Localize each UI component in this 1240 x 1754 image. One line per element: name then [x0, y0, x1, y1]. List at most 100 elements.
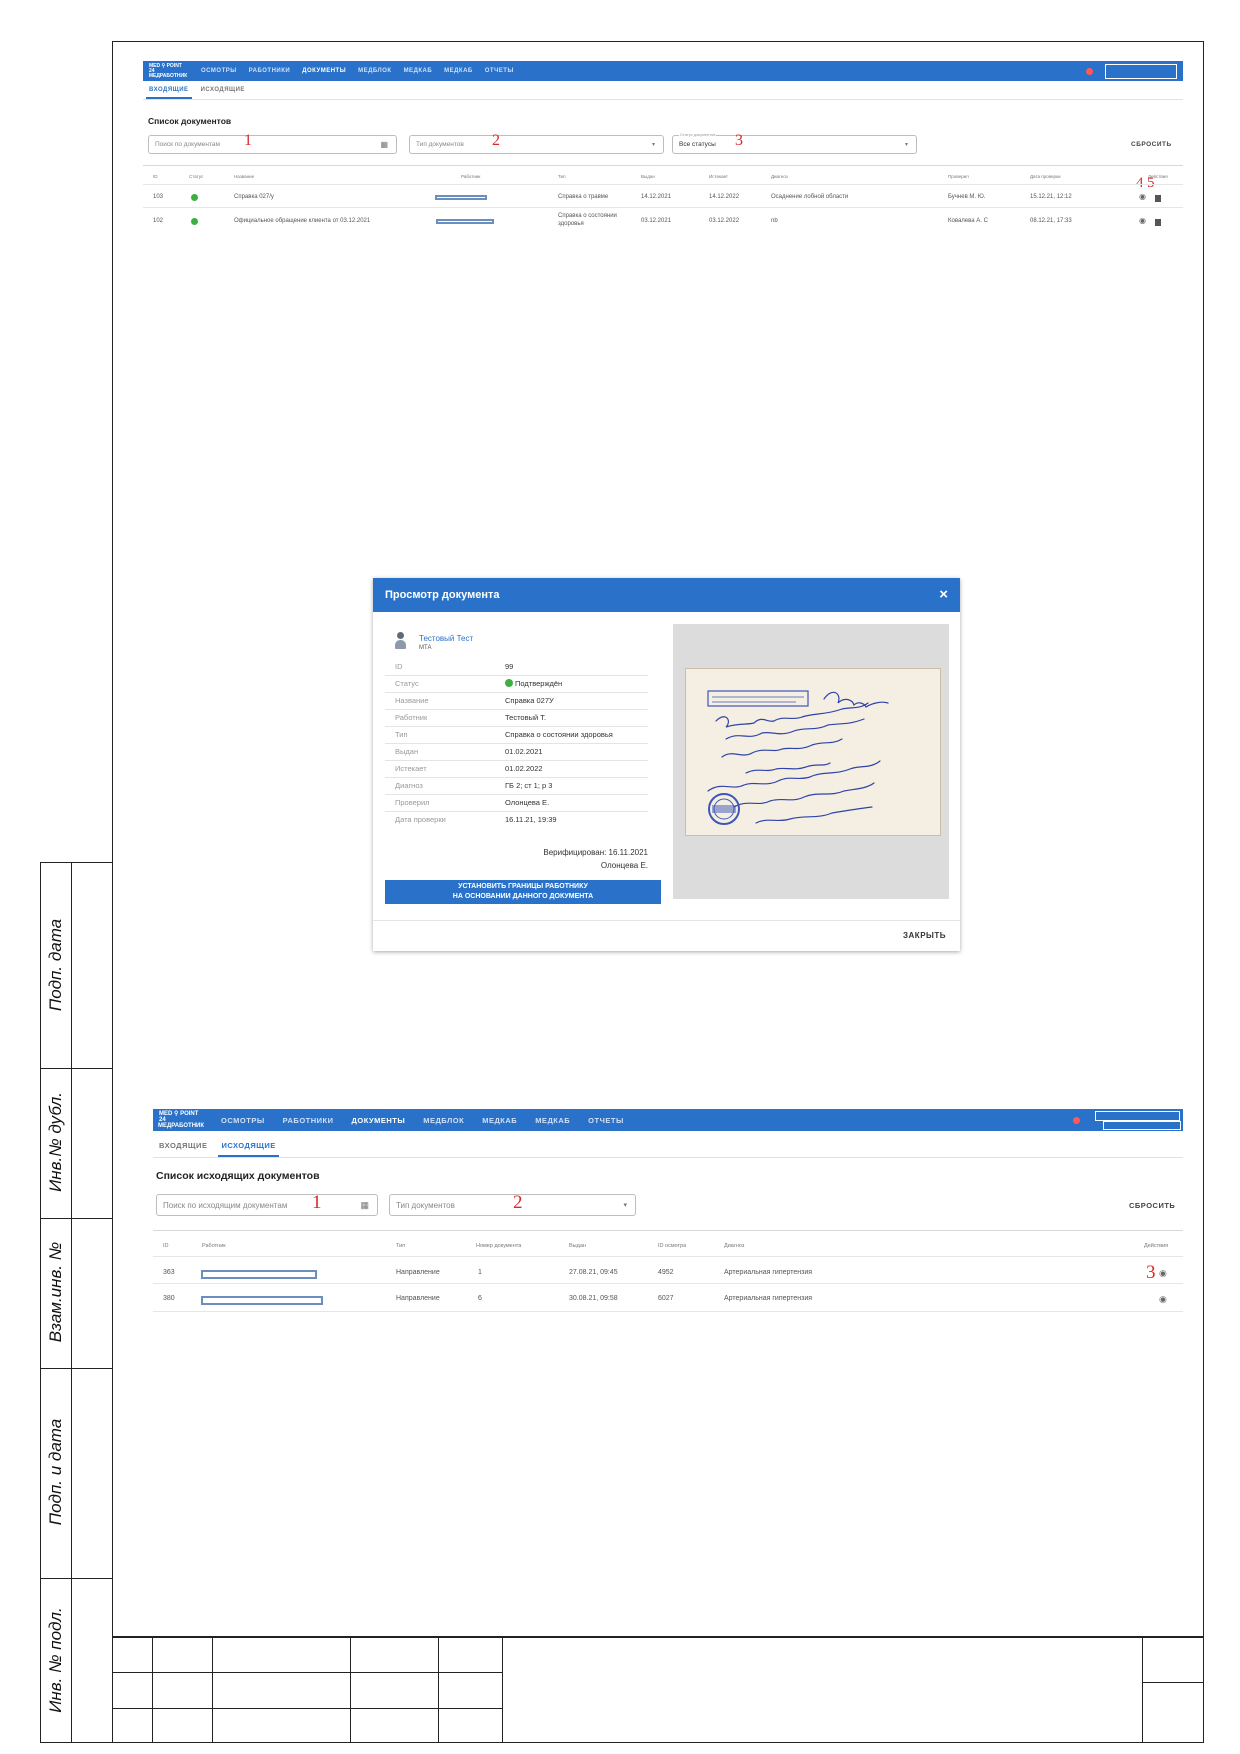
eye-icon[interactable]: ◉ [1139, 192, 1146, 201]
field-row-type: Тип Справка о состоянии здоровья [385, 726, 648, 744]
col-expires: Истекает [709, 174, 728, 179]
nav-documents[interactable]: ДОКУМЕНТЫ [302, 68, 346, 74]
marker-1: 1 [244, 132, 252, 149]
nav-reports[interactable]: ОТЧЕТЫ [485, 68, 514, 74]
calendar-icon[interactable]: ▦ [380, 140, 388, 149]
close-icon[interactable]: × [939, 586, 948, 603]
field-row-diagnosis: Диагноз ГБ 2; ст 1; р 3 [385, 777, 648, 795]
nav-medcab-2[interactable]: МЕДКАБ [535, 1116, 570, 1125]
col-check-date: Дата проверки [1030, 174, 1061, 179]
search-input[interactable]: Поиск по документам ▦ [148, 135, 397, 154]
modal-title: Просмотр документа [385, 589, 500, 601]
field-row-checker: Проверил Олонцева Е. [385, 794, 648, 812]
col-id: ID [153, 174, 158, 179]
status-confirmed-dot [191, 194, 198, 201]
document-photo[interactable] [673, 624, 949, 899]
location-pin-icon: ⚲ [174, 1111, 179, 1117]
user-name-link[interactable]: Тестовый Тест [419, 634, 473, 643]
marker-3: 3 [1146, 1262, 1156, 1283]
col-worker: Работник [461, 174, 481, 179]
scanned-certificate-image [685, 668, 941, 836]
tab-incoming[interactable]: ВХОДЯЩИЕ [146, 87, 192, 99]
status-confirmed-dot [505, 679, 513, 687]
search-input[interactable]: Поиск по исходящим документам ▦ [156, 1194, 378, 1216]
app-logo[interactable]: MED ⚲ POINT 24 МЕДРАБОТНИК [158, 1111, 204, 1129]
user-role-box[interactable] [1103, 1121, 1181, 1130]
nav-medcab-1[interactable]: МЕДКАБ [482, 1116, 517, 1125]
col-status: Статус [189, 174, 204, 179]
field-row-id: ID 99 [385, 658, 648, 676]
user-avatar-icon [395, 632, 407, 650]
nav-documents[interactable]: ДОКУМЕНТЫ [352, 1116, 406, 1125]
nav-reports[interactable]: ОТЧЕТЫ [588, 1116, 624, 1125]
user-org: МТА [419, 645, 432, 651]
col-actions: Действия [1144, 1243, 1169, 1249]
chevron-down-icon: ▾ [651, 142, 655, 148]
col-issued: Выдан [569, 1243, 586, 1249]
nav-exams[interactable]: ОСМОТРЫ [221, 1116, 265, 1125]
user-menu-box[interactable] [1105, 64, 1177, 79]
col-name: Название [234, 174, 255, 179]
location-pin-icon: ⚲ [161, 62, 166, 69]
worker-redacted [435, 195, 487, 200]
field-row-worker: Работник Тестовый Т. [385, 709, 648, 727]
outgoing-documents-screen: MED ⚲ POINT 24 МЕДРАБОТНИК ОСМОТРЫ РАБОТ… [153, 1109, 1183, 1319]
nav-workers[interactable]: РАБОТНИКИ [249, 68, 291, 74]
marker-1: 1 [312, 1192, 322, 1213]
field-row-issued: Выдан 01.02.2021 [385, 743, 648, 761]
col-issued: Выдан [641, 174, 655, 179]
side-label-replace-inv: Взам.инв. № [46, 1241, 65, 1343]
modal-header: Просмотр документа × [373, 578, 960, 612]
nav-medcab-2[interactable]: МЕДКАБ [444, 68, 473, 74]
modal-footer: ЗАКРЫТЬ [373, 920, 960, 951]
page-title: Список исходящих документов [156, 1170, 320, 1182]
tab-outgoing[interactable]: ИСХОДЯЩИЕ [218, 1141, 279, 1157]
chevron-down-icon: ▾ [623, 1202, 627, 1209]
doc-type-select[interactable]: Тип документов ▾ [409, 135, 664, 154]
side-label-orig-inv: Инв. № подл. [46, 1607, 65, 1713]
nav-workers[interactable]: РАБОТНИКИ [283, 1116, 334, 1125]
field-row-status: Статус Подтверждён [385, 675, 648, 693]
nav-medcab-1[interactable]: МЕДКАБ [404, 68, 433, 74]
calendar-icon[interactable]: ▦ [360, 1200, 369, 1211]
worker-redacted [201, 1296, 323, 1305]
marker-2: 2 [513, 1192, 523, 1213]
nav-medblock[interactable]: МЕДБЛОК [423, 1116, 464, 1125]
reset-button[interactable]: СБРОСИТЬ [1129, 1201, 1175, 1210]
document-view-modal: Просмотр документа × Тестовый Тест МТА I… [373, 578, 960, 951]
eye-icon[interactable]: ◉ [1139, 216, 1146, 225]
col-worker: Работник [202, 1243, 226, 1249]
nav-exams[interactable]: ОСМОТРЫ [201, 68, 237, 74]
eye-icon[interactable]: ◉ [1159, 1268, 1167, 1279]
nav-medblock[interactable]: МЕДБЛОК [358, 68, 391, 74]
field-row-check-date: Дата проверки 16.11.21, 19:39 [395, 815, 557, 824]
field-row-name: Название Справка 027У [385, 692, 648, 710]
status-select[interactable]: Статус документов Все статусы ▾ [672, 132, 917, 154]
app-logo[interactable]: MED ⚲ POINT 24 МЕДРАБОТНИК [149, 62, 187, 79]
set-limits-button[interactable]: УСТАНОВИТЬ ГРАНИЦЫ РАБОТНИКУ НА ОСНОВАНИ… [385, 880, 661, 904]
worker-redacted [201, 1270, 317, 1279]
col-doc-number: Номер документа [476, 1243, 522, 1249]
marker-3: 3 [735, 132, 743, 149]
top-nav: MED ⚲ POINT 24 МЕДРАБОТНИК ОСМОТРЫ РАБОТ… [153, 1109, 1183, 1131]
col-diagnosis: Диагноз [724, 1243, 745, 1249]
eye-icon[interactable]: ◉ [1159, 1294, 1167, 1305]
trash-icon[interactable] [1155, 195, 1161, 202]
notification-dot[interactable] [1086, 68, 1093, 75]
status-confirmed-dot [191, 218, 198, 225]
chevron-down-icon: ▾ [904, 142, 908, 148]
close-button[interactable]: ЗАКРЫТЬ [903, 931, 946, 940]
user-menu-box[interactable] [1095, 1111, 1180, 1121]
side-label-sign-and-date: Подп. и дата [46, 1418, 65, 1526]
tab-outgoing[interactable]: ИСХОДЯЩИЕ [198, 87, 248, 99]
incoming-documents-screen: MED ⚲ POINT 24 МЕДРАБОТНИК ОСМОТРЫ РАБОТ… [143, 61, 1183, 241]
trash-icon[interactable] [1155, 219, 1161, 226]
notification-dot[interactable] [1073, 1117, 1080, 1124]
col-diagnosis: Диагноз [771, 174, 788, 179]
verified-info: Верифицирован: 16.11.2021 Олонцева Е. [543, 848, 648, 870]
reset-button[interactable]: СБРОСИТЬ [1131, 141, 1172, 148]
tab-incoming[interactable]: ВХОДЯЩИЕ [156, 1141, 210, 1157]
doc-tabs: ВХОДЯЩИЕ ИСХОДЯЩИЕ [153, 1131, 1183, 1158]
col-type: Тип [396, 1243, 406, 1249]
col-checker: Проверил [948, 174, 969, 179]
